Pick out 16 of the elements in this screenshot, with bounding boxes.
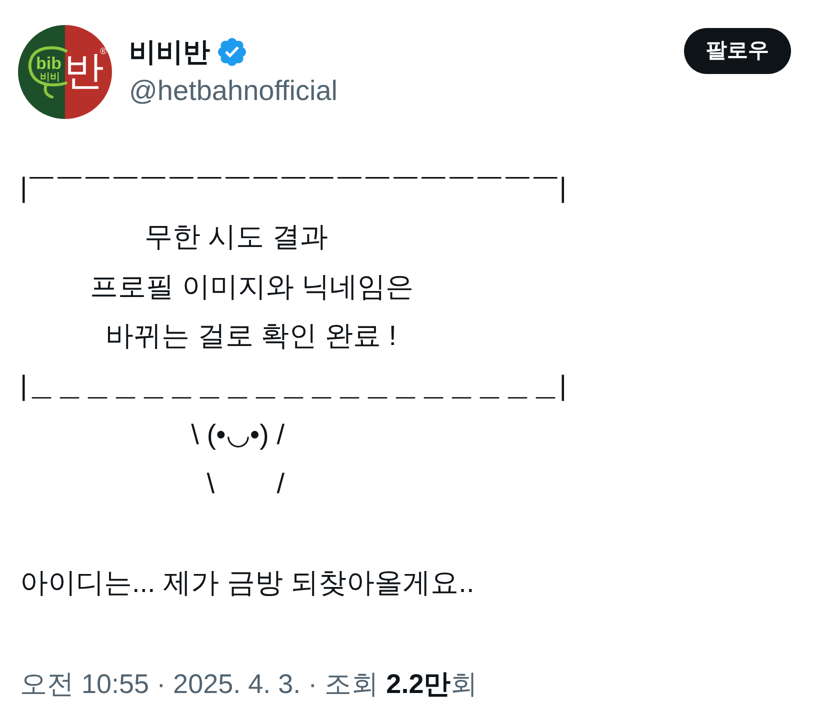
- post-text-line: 프로필 이미지와 닉네임은: [90, 270, 414, 302]
- post-message: 아이디는... 제가 금방 되찾아올게요..: [20, 567, 474, 598]
- post-text-line: \ (•◡•) /: [191, 418, 285, 450]
- follow-button[interactable]: 팔로우: [684, 28, 791, 74]
- post-text-line: \ /: [206, 468, 284, 500]
- post-text-line: 무한 시도 결과: [144, 221, 328, 252]
- post-text-line: |＿＿＿＿＿＿＿＿＿＿＿＿＿＿＿＿＿＿＿|: [20, 370, 567, 401]
- display-name[interactable]: 비비반: [129, 35, 210, 69]
- user-handle[interactable]: @hetbahnofficial: [129, 73, 338, 109]
- logo-text: bib: [36, 55, 62, 72]
- post-timestamp-views: 오전 10:55 · 2025. 4. 3. · 조회 2.2만회: [20, 668, 478, 699]
- post-text-line: |￣￣￣￣￣￣￣￣￣￣￣￣￣￣￣￣￣￣￣|: [20, 172, 567, 203]
- ring-icon: [28, 45, 68, 101]
- logo-subtext: 비비: [40, 73, 60, 83]
- registered-mark: ®: [100, 47, 107, 56]
- post-text-line: 바뀌는 걸로 확인 완료 !: [106, 320, 396, 352]
